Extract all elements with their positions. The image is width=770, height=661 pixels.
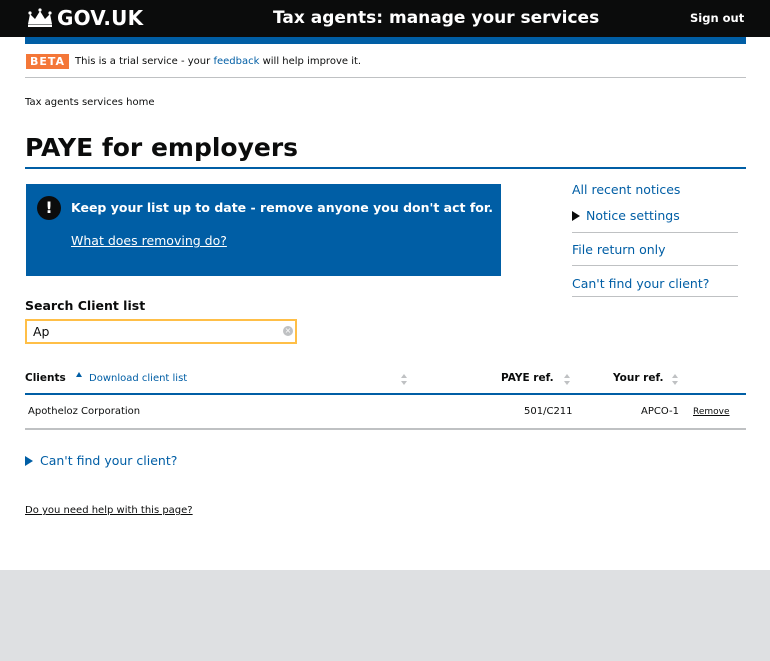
caret-right-icon <box>25 456 33 466</box>
page: GOV.UK Tax agents: manage your services … <box>0 0 770 570</box>
page-title: PAYE for employers <box>25 133 299 162</box>
feedback-link[interactable]: feedback <box>213 56 259 67</box>
th-paye-ref[interactable]: PAYE ref. <box>501 372 554 384</box>
th-clients[interactable]: Clients <box>25 372 66 384</box>
header-blue-bar <box>25 37 746 44</box>
cant-find-client-link[interactable]: Can't find your client? <box>40 453 177 468</box>
sidebar-cant-find-client-link[interactable]: Can't find your client? <box>572 276 709 291</box>
sort-icon[interactable] <box>564 374 570 386</box>
sign-out-link[interactable]: Sign out <box>690 11 744 25</box>
table-header: Clients Download client list PAYE ref. Y… <box>25 365 746 395</box>
paye-ref-cell: 501/C211 <box>524 406 573 417</box>
cant-find-client-toggle[interactable]: Can't find your client? <box>25 453 177 468</box>
sort-icon[interactable] <box>672 374 678 386</box>
beta-tag: BETA <box>26 54 70 69</box>
sidebar-divider <box>572 296 738 297</box>
th-your-ref[interactable]: Your ref. <box>613 372 663 384</box>
caret-right-icon <box>572 211 580 221</box>
table-row: Apotheloz Corporation 501/C211 APCO-1 Re… <box>25 396 746 430</box>
beta-text-after: will help improve it. <box>262 56 362 67</box>
sidebar-divider <box>572 265 738 266</box>
what-does-removing-do-link[interactable]: What does removing do? <box>71 233 227 248</box>
beta-text: This is a trial service - your feedback … <box>75 56 361 67</box>
title-divider <box>25 167 746 169</box>
site-header: GOV.UK Tax agents: manage your services … <box>0 0 770 37</box>
sidebar-divider <box>572 232 738 233</box>
get-help-link[interactable]: Do you need help with this page? <box>25 505 193 516</box>
search-client-input[interactable] <box>25 319 297 344</box>
notice-settings-toggle[interactable]: Notice settings <box>572 205 680 224</box>
service-name[interactable]: Tax agents: manage your services <box>273 8 599 28</box>
search-label: Search Client list <box>25 298 146 313</box>
notice-settings-link[interactable]: Notice settings <box>586 208 680 223</box>
beta-banner: BETA This is a trial service - your feed… <box>25 44 746 78</box>
important-notice-panel: ! Keep your list up to date - remove any… <box>26 184 501 276</box>
sort-icon[interactable] <box>401 374 407 386</box>
client-name-link[interactable]: Apotheloz Corporation <box>28 406 140 417</box>
sort-ascending-icon[interactable] <box>76 372 82 377</box>
download-client-list-link[interactable]: Download client list <box>89 373 187 384</box>
beta-text-before: This is a trial service - your <box>75 56 211 67</box>
breadcrumb-home-link[interactable]: Tax agents services home <box>25 97 155 108</box>
all-recent-notices-link[interactable]: All recent notices <box>572 182 680 197</box>
remove-client-link[interactable]: Remove <box>693 407 730 417</box>
file-return-only-link[interactable]: File return only <box>572 242 666 257</box>
clear-search-icon[interactable]: × <box>283 326 293 336</box>
govuk-logo-link[interactable]: GOV.UK <box>57 6 143 30</box>
exclamation-icon: ! <box>37 196 61 220</box>
notice-heading: Keep your list up to date - remove anyon… <box>71 200 493 215</box>
crown-logo-icon <box>28 8 52 27</box>
your-ref-cell: APCO-1 <box>641 406 679 417</box>
